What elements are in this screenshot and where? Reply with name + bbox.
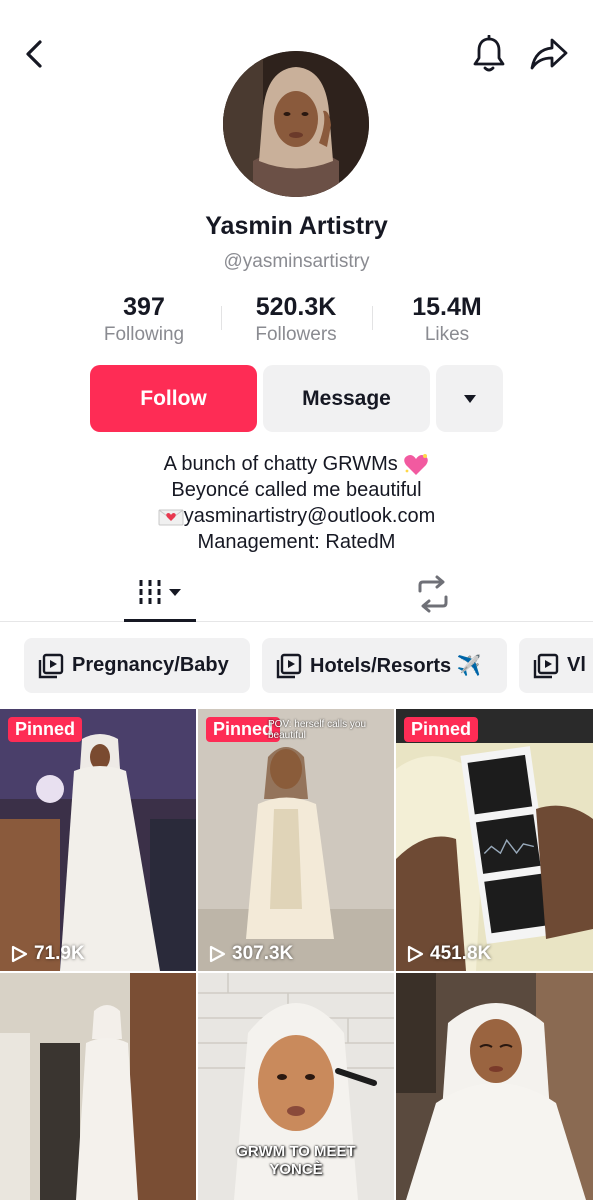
video-caption: GRWM TO MEET YONCÈ [236,1143,356,1178]
content-tabs [0,566,593,622]
love-letter-icon [158,509,184,526]
view-count-text: 451.8K [430,943,492,964]
following-count: 397 [123,293,165,321]
video-grid: Pinned 71.9K Pinned POV: herself calls y… [0,709,593,1200]
caret-down-icon [463,394,476,403]
playlist-chip-pregnancy[interactable]: Pregnancy/Baby [24,638,250,693]
following-label: Following [103,324,185,345]
share-button[interactable] [528,34,570,74]
view-count-text: 307.3K [232,943,294,964]
stat-likes[interactable]: 15.4M Likes [372,292,522,348]
share-arrow-icon [530,38,568,70]
play-icon [10,945,28,963]
notifications-button[interactable] [470,34,508,74]
view-count: 71.9K [10,943,85,965]
tab-reposts[interactable] [412,574,454,614]
repost-icon [418,575,448,613]
sparkling-heart-icon [404,453,429,475]
video-thumbnail[interactable] [396,973,593,1200]
followers-count: 520.3K [255,293,337,321]
stat-following[interactable]: 397 Following [69,292,219,348]
followers-label: Followers [255,324,337,345]
avatar[interactable] [223,51,369,197]
video-thumbnail[interactable] [0,973,196,1200]
playlist-label: Vl [567,654,586,676]
playlist-label: Hotels/Resorts ✈️ [310,655,482,677]
playlist-icon [276,653,302,679]
bio-line-2: Beyoncé called me beautiful [171,479,422,501]
playlist-label: Pregnancy/Baby [72,654,229,676]
video-thumbnail[interactable]: Pinned 71.9K [0,709,196,971]
bio-text: A bunch of chatty GRWMs [163,453,398,475]
video-thumbnail[interactable]: GRWM TO MEET YONCÈ [198,973,394,1200]
bio-line-1: A bunch of chatty GRWMs [0,451,593,477]
playlist-icon [533,653,559,679]
playlist-chip-hotels[interactable]: Hotels/Resorts ✈️ [262,638,507,693]
play-icon [406,945,424,963]
view-count-text: 71.9K [34,943,85,964]
follow-button[interactable]: Follow [90,365,257,432]
username: @yasminsartistry [223,251,370,272]
bio: A bunch of chatty GRWMs Beyoncé called m… [0,451,593,555]
video-thumbnail[interactable]: Pinned 451.8K [396,709,593,971]
likes-label: Likes [424,324,470,345]
back-button[interactable] [18,36,50,72]
video-thumbnail[interactable]: Pinned POV: herself calls you beautiful … [198,709,394,971]
play-icon [208,945,226,963]
chevron-left-icon [26,40,42,68]
playlist-chip-vlogs[interactable]: Vl [519,638,593,693]
playlist-row: Pregnancy/Baby Hotels/Resorts ✈️ Vl [0,638,593,694]
likes-count: 15.4M [412,293,482,321]
suggested-accounts-button[interactable] [436,365,503,432]
pinned-badge: Pinned [8,717,83,742]
video-caption: POV: herself calls you beautiful [268,719,367,741]
tab-active-indicator [124,619,196,622]
stat-followers[interactable]: 520.3K Followers [221,292,371,348]
bio-line-4: Management: RatedM [197,531,396,553]
tab-videos[interactable] [124,576,196,622]
message-button[interactable]: Message [263,365,430,432]
profile-stats: 397 Following 520.3K Followers 15.4M Lik… [0,292,593,352]
bio-line-3: yasminartistry@outlook.com [0,503,593,529]
bio-email[interactable]: yasminartistry@outlook.com [184,505,435,527]
view-count: 451.8K [406,943,491,965]
grid-bars-icon [139,580,181,606]
display-name: Yasmin Artistry [205,212,388,240]
view-count: 307.3K [208,943,293,965]
playlist-icon [38,653,64,679]
pinned-badge: Pinned [404,717,479,742]
bell-icon [473,35,505,72]
